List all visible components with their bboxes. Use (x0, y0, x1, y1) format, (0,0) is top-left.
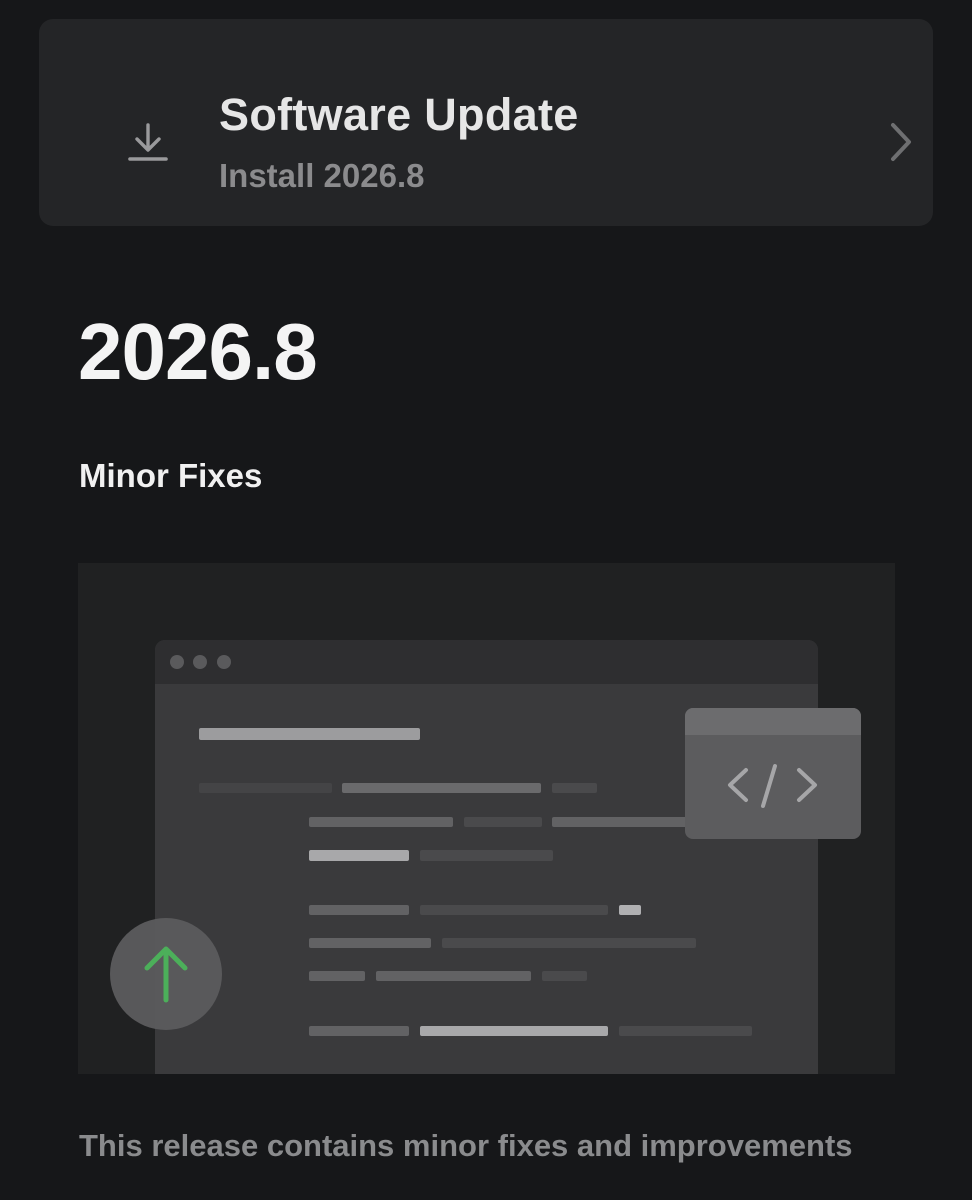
code-window-graphic (685, 708, 861, 839)
release-illustration (78, 563, 895, 1074)
software-update-subtitle: Install 2026.8 (219, 157, 425, 194)
download-icon (128, 123, 168, 161)
update-badge-graphic (110, 918, 222, 1030)
software-update-row[interactable]: Software Update Install 2026.8 (39, 19, 933, 226)
software-update-title: Software Update (219, 89, 579, 140)
release-description: This release contains minor fixes and im… (79, 1128, 853, 1163)
browser-window-graphic (155, 640, 818, 1074)
release-heading: Minor Fixes (79, 457, 263, 494)
chevron-right-icon (891, 123, 911, 161)
release-version: 2026.8 (78, 307, 318, 396)
